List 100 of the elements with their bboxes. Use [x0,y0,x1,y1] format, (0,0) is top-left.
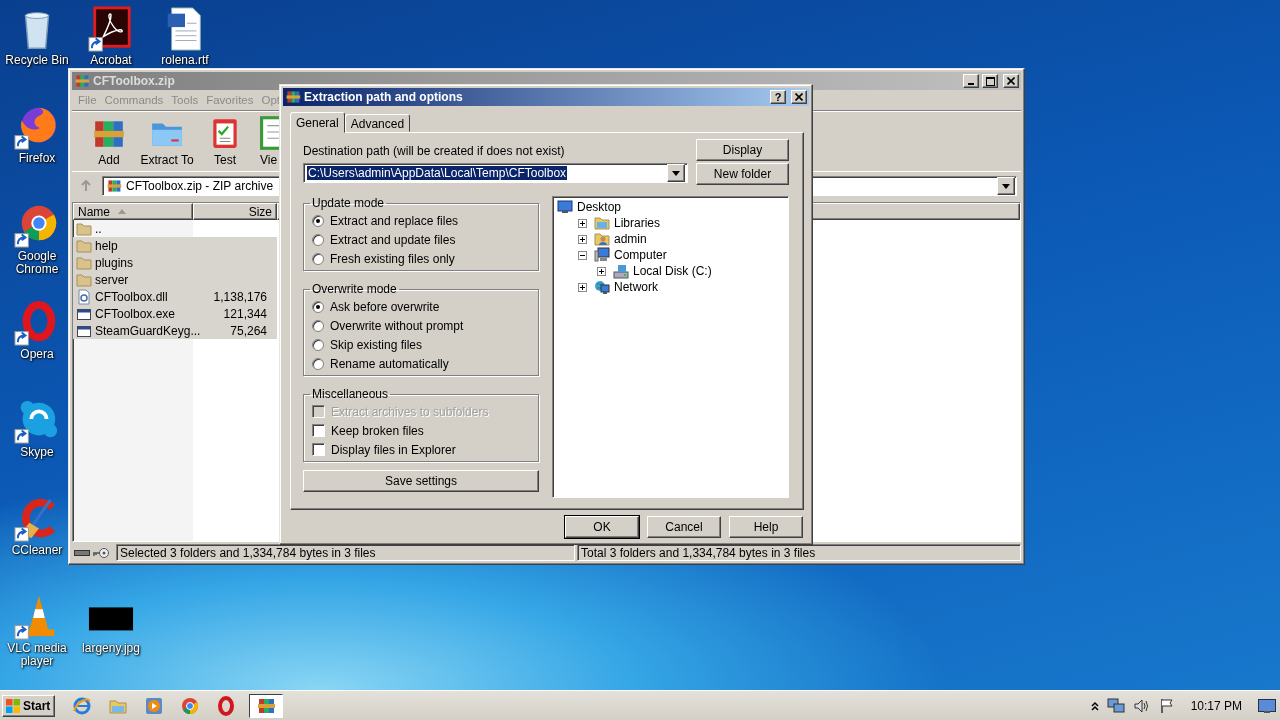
side-button[interactable]: Display [696,139,789,161]
close-button[interactable] [791,90,807,104]
books-icon [74,73,90,89]
tree-item[interactable]: Local Disk (C:) [633,264,712,278]
file-row[interactable]: SteamGuardKeyg... 75,264 [73,322,277,339]
desktop-icon-label[interactable]: rolena.rtf [161,54,209,67]
caret-icon [1002,183,1010,189]
book-icon [260,115,280,150]
file-name: help [95,238,118,253]
chevron-icon[interactable] [1090,700,1099,711]
expand-icon[interactable] [597,266,606,276]
maximize-button[interactable] [982,74,998,88]
desktop-icon-label[interactable]: Recycle Bin [5,54,69,67]
radio-button[interactable] [312,252,324,265]
option-label: Display files in Explorer [331,442,456,457]
tree-item[interactable]: admin [614,232,647,246]
window-title: Extraction path and options [304,90,464,104]
tree-item[interactable]: Network [614,280,658,294]
file-name: server [95,272,129,287]
desktop-icon-label[interactable]: Firefox [18,152,56,165]
help-button[interactable]: ? [770,90,786,104]
start-button[interactable]: Start [2,694,56,717]
volume-icon[interactable] [1132,697,1151,714]
network-icon[interactable] [1106,697,1125,714]
close-button[interactable] [1003,74,1019,88]
window-title: CFToolbox.zip [93,74,176,88]
expand-icon[interactable] [578,282,587,292]
drive-icon [74,547,90,558]
clock[interactable]: 10:17 PM [1182,698,1250,713]
flag-icon[interactable] [1158,697,1175,714]
globe-icon [72,695,93,716]
toolbar-button[interactable]: Vie [260,115,280,167]
option-label: Keep broken files [331,423,424,438]
close-icon [1007,77,1015,85]
key-icon [92,546,110,559]
folder-icon [594,215,610,231]
up-arrow-icon [80,180,92,192]
expand-icon[interactable] [578,218,587,228]
computer-icon [594,247,610,263]
tree-item[interactable]: Libraries [614,216,661,230]
option-label: Ask before overwrite [330,299,440,314]
dialog-button[interactable]: Cancel [647,516,721,538]
file-size: 121,344 [223,306,267,321]
cloud-icon[interactable] [14,398,60,444]
toolbar-button[interactable]: Test [196,115,254,167]
option-label: Skip existing files [330,337,423,352]
checkbox[interactable] [312,424,325,437]
side-button[interactable]: New folder [696,163,789,185]
monitor-icon [557,199,573,215]
taskbar-app-button[interactable] [249,693,284,718]
desktop-icon-label[interactable]: Acrobat [90,54,132,67]
option-label: Extract and update files [330,232,456,247]
file-row[interactable]: CFToolbox.dll 1,138,176 [73,288,277,305]
dialog-button[interactable]: OK [565,516,639,538]
column-header[interactable]: Size [193,203,277,220]
desktop-icon-label[interactable]: Skype [20,446,54,459]
collapse-icon[interactable] [578,250,587,260]
radio-button[interactable] [312,233,324,246]
file-name: plugins [95,255,134,270]
file-row[interactable]: CFToolbox.exe 121,344 [73,305,277,322]
path-field[interactable]: C:\Users\admin\AppData\Local\Temp\CFToolbox [303,163,688,183]
tab[interactable]: General [290,112,345,133]
file-row[interactable]: server [73,271,277,288]
dropdown-button[interactable] [997,177,1015,195]
toolbar-button[interactable]: Extract To [138,115,196,167]
file-row[interactable]: help [73,237,277,254]
status-text: Total 3 folders and 1,334,784 bytes in 3 files [581,545,816,560]
network-icon [594,279,610,295]
file-row[interactable]: plugins [73,254,277,271]
desktop-icon-label[interactable]: CCleaner [11,544,63,557]
dropdown-button[interactable] [667,164,685,182]
pdf-icon[interactable] [88,6,134,52]
file-size: 75,264 [230,323,267,338]
minimize-button[interactable] [963,74,979,88]
save-settings-button[interactable]: Save settings [303,470,539,492]
tricolor-circle-icon [180,695,201,716]
tree-item[interactable]: Computer [614,248,667,262]
toolbar-button[interactable]: Add [80,115,138,167]
desktop-icon-label[interactable]: Opera [20,348,54,361]
folder-icon [76,220,92,237]
status-text: Selected 3 folders and 1,334,784 bytes in 3 files [120,545,376,560]
ring-icon [216,695,237,716]
show-desktop-icon[interactable] [1258,698,1276,713]
checkbox[interactable] [312,443,325,456]
folder-icon [76,254,92,271]
column-header[interactable]: Name [73,203,193,220]
radio-button[interactable] [312,338,324,351]
tree-item[interactable]: Desktop [577,200,622,214]
file-name: CFToolbox.dll [95,289,168,304]
folder-icon [76,237,92,254]
dialog-button[interactable]: Help [729,516,803,538]
desktop-icon-label[interactable]: Google Chrome [2,250,72,276]
tab[interactable]: Advanced [344,114,411,132]
radio-button[interactable] [312,300,324,313]
radio-button[interactable] [312,214,324,227]
expand-icon[interactable] [578,234,587,244]
file-name: SteamGuardKeyg... [95,323,201,338]
group-title: Miscellaneous [311,387,390,401]
file-row[interactable]: .. [73,220,277,237]
option-label: Overwrite without prompt [330,318,464,333]
